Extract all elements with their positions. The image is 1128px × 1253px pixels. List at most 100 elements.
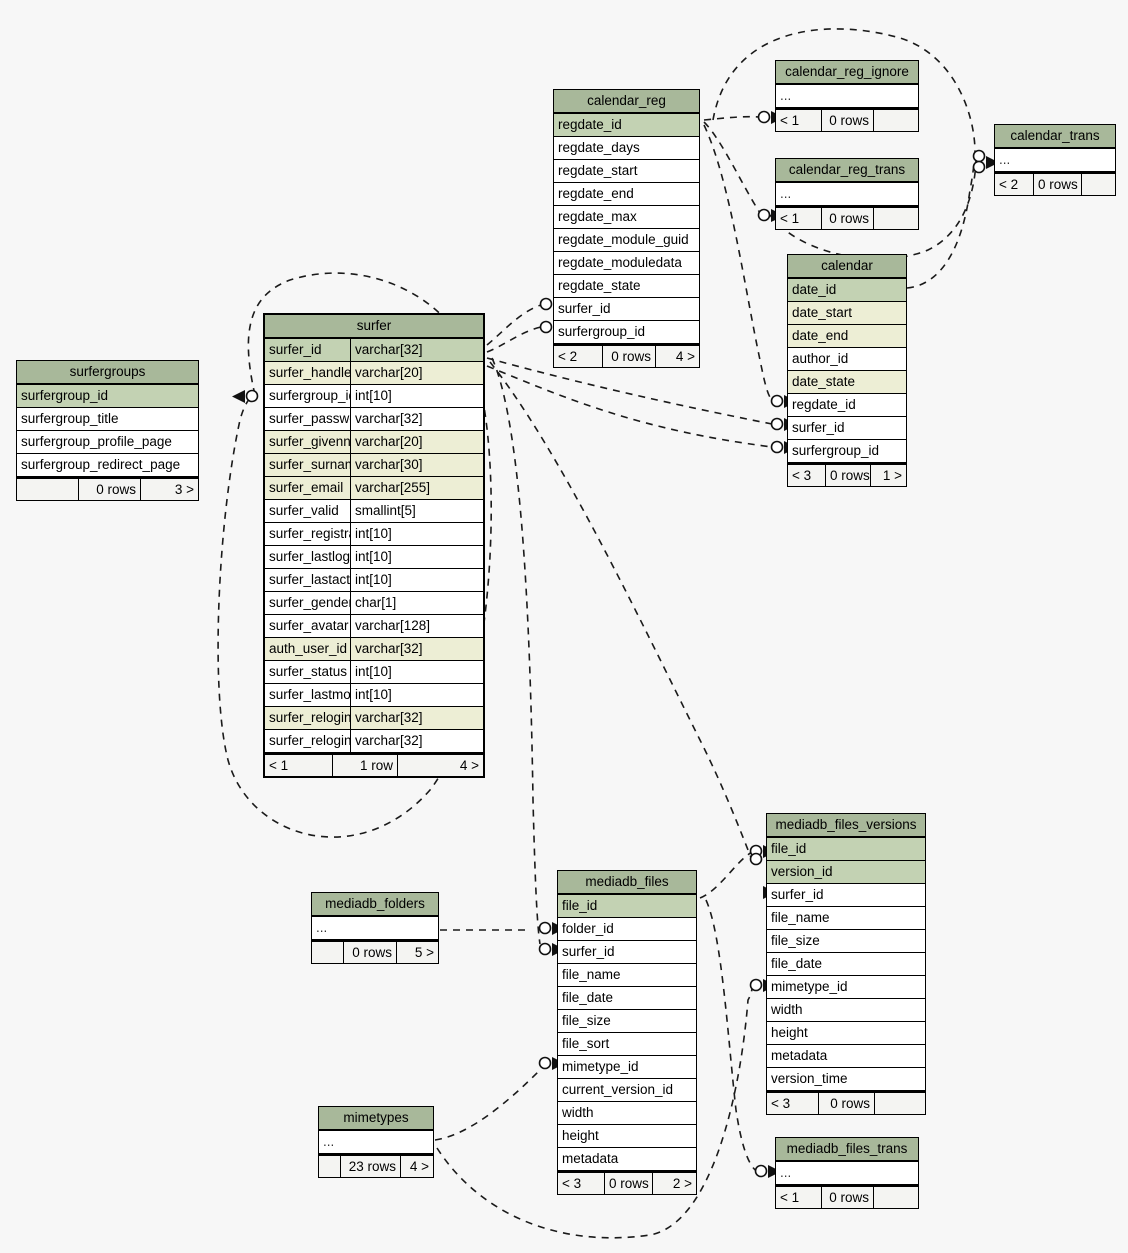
next-page-button[interactable]: 2 > [653, 1173, 696, 1194]
column-row[interactable]: surfer_lastmodifiedint[10] [265, 684, 483, 707]
column-row[interactable]: ... [776, 85, 918, 108]
column-row[interactable]: surfergroup_id [788, 440, 906, 463]
column-row[interactable]: file_name [558, 964, 696, 987]
column-row[interactable]: surfergroup_profile_page [17, 431, 198, 454]
table-calendar_reg_trans[interactable]: calendar_reg_trans... < 10 rows [775, 158, 919, 230]
column-row[interactable]: file_name [767, 907, 925, 930]
column-row[interactable]: date_state [788, 371, 906, 394]
column-row[interactable]: surfer_registrationint[10] [265, 523, 483, 546]
table-mediadb_files_versions[interactable]: mediadb_files_versions file_id version_id s… [766, 813, 926, 1115]
prev-page-button[interactable]: < 3 [558, 1173, 605, 1194]
prev-page-button[interactable]: < 1 [776, 208, 822, 229]
column-row[interactable]: file_size [558, 1010, 696, 1033]
column-row[interactable]: surfer_handle varchar[20] [265, 362, 483, 385]
next-page-button[interactable]: 4 > [401, 1156, 433, 1177]
prev-page-button[interactable]: < 2 [554, 346, 603, 367]
table-mediadb_folders[interactable]: mediadb_folders... 0 rows 5 > [311, 892, 439, 964]
column-row[interactable]: mimetype_id [767, 976, 925, 999]
column-row[interactable]: surfer_id [767, 884, 925, 907]
column-row[interactable]: file_date [767, 953, 925, 976]
column-row[interactable]: ... [776, 183, 918, 206]
column-row[interactable]: regdate_state [554, 275, 699, 298]
column-row[interactable]: surfer_id varchar[32] [265, 339, 483, 362]
column-row[interactable]: folder_id [558, 918, 696, 941]
column-row[interactable]: surfergroup_id [554, 321, 699, 344]
column-row[interactable]: surfergroup_title [17, 408, 198, 431]
column-row[interactable]: surfer_id [788, 417, 906, 440]
table-calendar_reg_ignore[interactable]: calendar_reg_ignore... < 10 rows [775, 60, 919, 132]
prev-page-button[interactable] [312, 942, 344, 963]
column-row[interactable]: surfer_relogin varchar[32] [265, 707, 483, 730]
column-row[interactable]: file_date [558, 987, 696, 1010]
column-row[interactable]: date_start [788, 302, 906, 325]
column-row[interactable]: height [558, 1125, 696, 1148]
next-page-button[interactable]: 4 > [398, 755, 483, 776]
column-row[interactable]: regdate_max [554, 206, 699, 229]
next-page-button[interactable]: 3 > [141, 479, 198, 500]
column-row[interactable]: file_id [558, 895, 696, 918]
column-row[interactable]: surfer_valid smallint[5] [265, 500, 483, 523]
column-row[interactable]: width [558, 1102, 696, 1125]
column-row[interactable]: current_version_id [558, 1079, 696, 1102]
column-row[interactable]: file_id [767, 838, 925, 861]
next-page-button[interactable]: 5 > [397, 942, 438, 963]
prev-page-button[interactable]: < 2 [995, 174, 1034, 195]
next-page-button[interactable] [874, 110, 918, 131]
column-row[interactable]: surfer_avatar varchar[128] [265, 615, 483, 638]
column-row[interactable]: metadata [558, 1148, 696, 1171]
next-page-button[interactable] [874, 208, 918, 229]
table-mediadb_files[interactable]: mediadb_files file_id folder_id surfer_id fi… [557, 870, 697, 1195]
table-mediadb_files_trans[interactable]: mediadb_files_trans... < 10 rows [775, 1137, 919, 1209]
column-row[interactable]: surfer_givennamevarchar[20] [265, 431, 483, 454]
column-row[interactable]: surfer_surnamevarchar[30] [265, 454, 483, 477]
column-row[interactable]: regdate_start [554, 160, 699, 183]
prev-page-button[interactable] [17, 479, 79, 500]
column-row[interactable]: width [767, 999, 925, 1022]
column-row[interactable]: ... [995, 149, 1115, 172]
column-row[interactable]: version_id [767, 861, 925, 884]
next-page-button[interactable]: 1 > [871, 465, 906, 486]
column-row[interactable]: surfer_status int[10] [265, 661, 483, 684]
table-surfer[interactable]: surfer surfer_id varchar[32] surfer_handle v… [263, 313, 485, 778]
column-row[interactable]: surfergroup_id int[10] [265, 385, 483, 408]
prev-page-button[interactable]: < 1 [265, 755, 333, 776]
table-calendar[interactable]: calendar date_id date_start date_end author_… [787, 254, 907, 487]
column-row[interactable]: surfer_lastactionint[10] [265, 569, 483, 592]
table-surfergroups[interactable]: surfergroups surfergroup_id surfergroup_ti… [16, 360, 199, 501]
table-calendar_trans[interactable]: calendar_trans... < 20 rows [994, 124, 1116, 196]
column-row[interactable]: ... [776, 1162, 918, 1185]
column-row[interactable]: surfer_id [558, 941, 696, 964]
table-mimetypes[interactable]: mimetypes... 23 rows 4 > [318, 1106, 434, 1178]
column-row[interactable]: surfer_email varchar[255] [265, 477, 483, 500]
next-page-button[interactable] [875, 1093, 925, 1114]
prev-page-button[interactable] [319, 1156, 341, 1177]
column-row[interactable]: author_id [788, 348, 906, 371]
column-row[interactable]: height [767, 1022, 925, 1045]
column-row[interactable]: file_size [767, 930, 925, 953]
prev-page-button[interactable]: < 1 [776, 1187, 822, 1208]
column-row[interactable]: regdate_id [788, 394, 906, 417]
column-row[interactable]: regdate_end [554, 183, 699, 206]
column-row[interactable]: surfergroup_redirect_page [17, 454, 198, 477]
column-row[interactable]: surfer_id [554, 298, 699, 321]
column-row[interactable]: surfer_passwordvarchar[32] [265, 408, 483, 431]
column-row[interactable]: surfer_gender char[1] [265, 592, 483, 615]
next-page-button[interactable] [874, 1187, 918, 1208]
column-row[interactable]: regdate_moduledata [554, 252, 699, 275]
column-row[interactable]: surfer_reloginbyvarchar[32] [265, 730, 483, 753]
column-row[interactable]: date_id [788, 279, 906, 302]
column-row[interactable]: auth_user_id varchar[32] [265, 638, 483, 661]
prev-page-button[interactable]: < 3 [788, 465, 826, 486]
column-row[interactable]: file_sort [558, 1033, 696, 1056]
prev-page-button[interactable]: < 3 [767, 1093, 819, 1114]
next-page-button[interactable]: 4 > [656, 346, 699, 367]
column-row[interactable]: mimetype_id [558, 1056, 696, 1079]
column-row[interactable]: regdate_days [554, 137, 699, 160]
column-row[interactable]: regdate_module_guid [554, 229, 699, 252]
column-row[interactable]: regdate_id [554, 114, 699, 137]
next-page-button[interactable] [1082, 174, 1115, 195]
column-row[interactable]: date_end [788, 325, 906, 348]
column-row[interactable]: surfergroup_id [17, 385, 198, 408]
column-row[interactable]: ... [312, 917, 438, 940]
prev-page-button[interactable]: < 1 [776, 110, 822, 131]
